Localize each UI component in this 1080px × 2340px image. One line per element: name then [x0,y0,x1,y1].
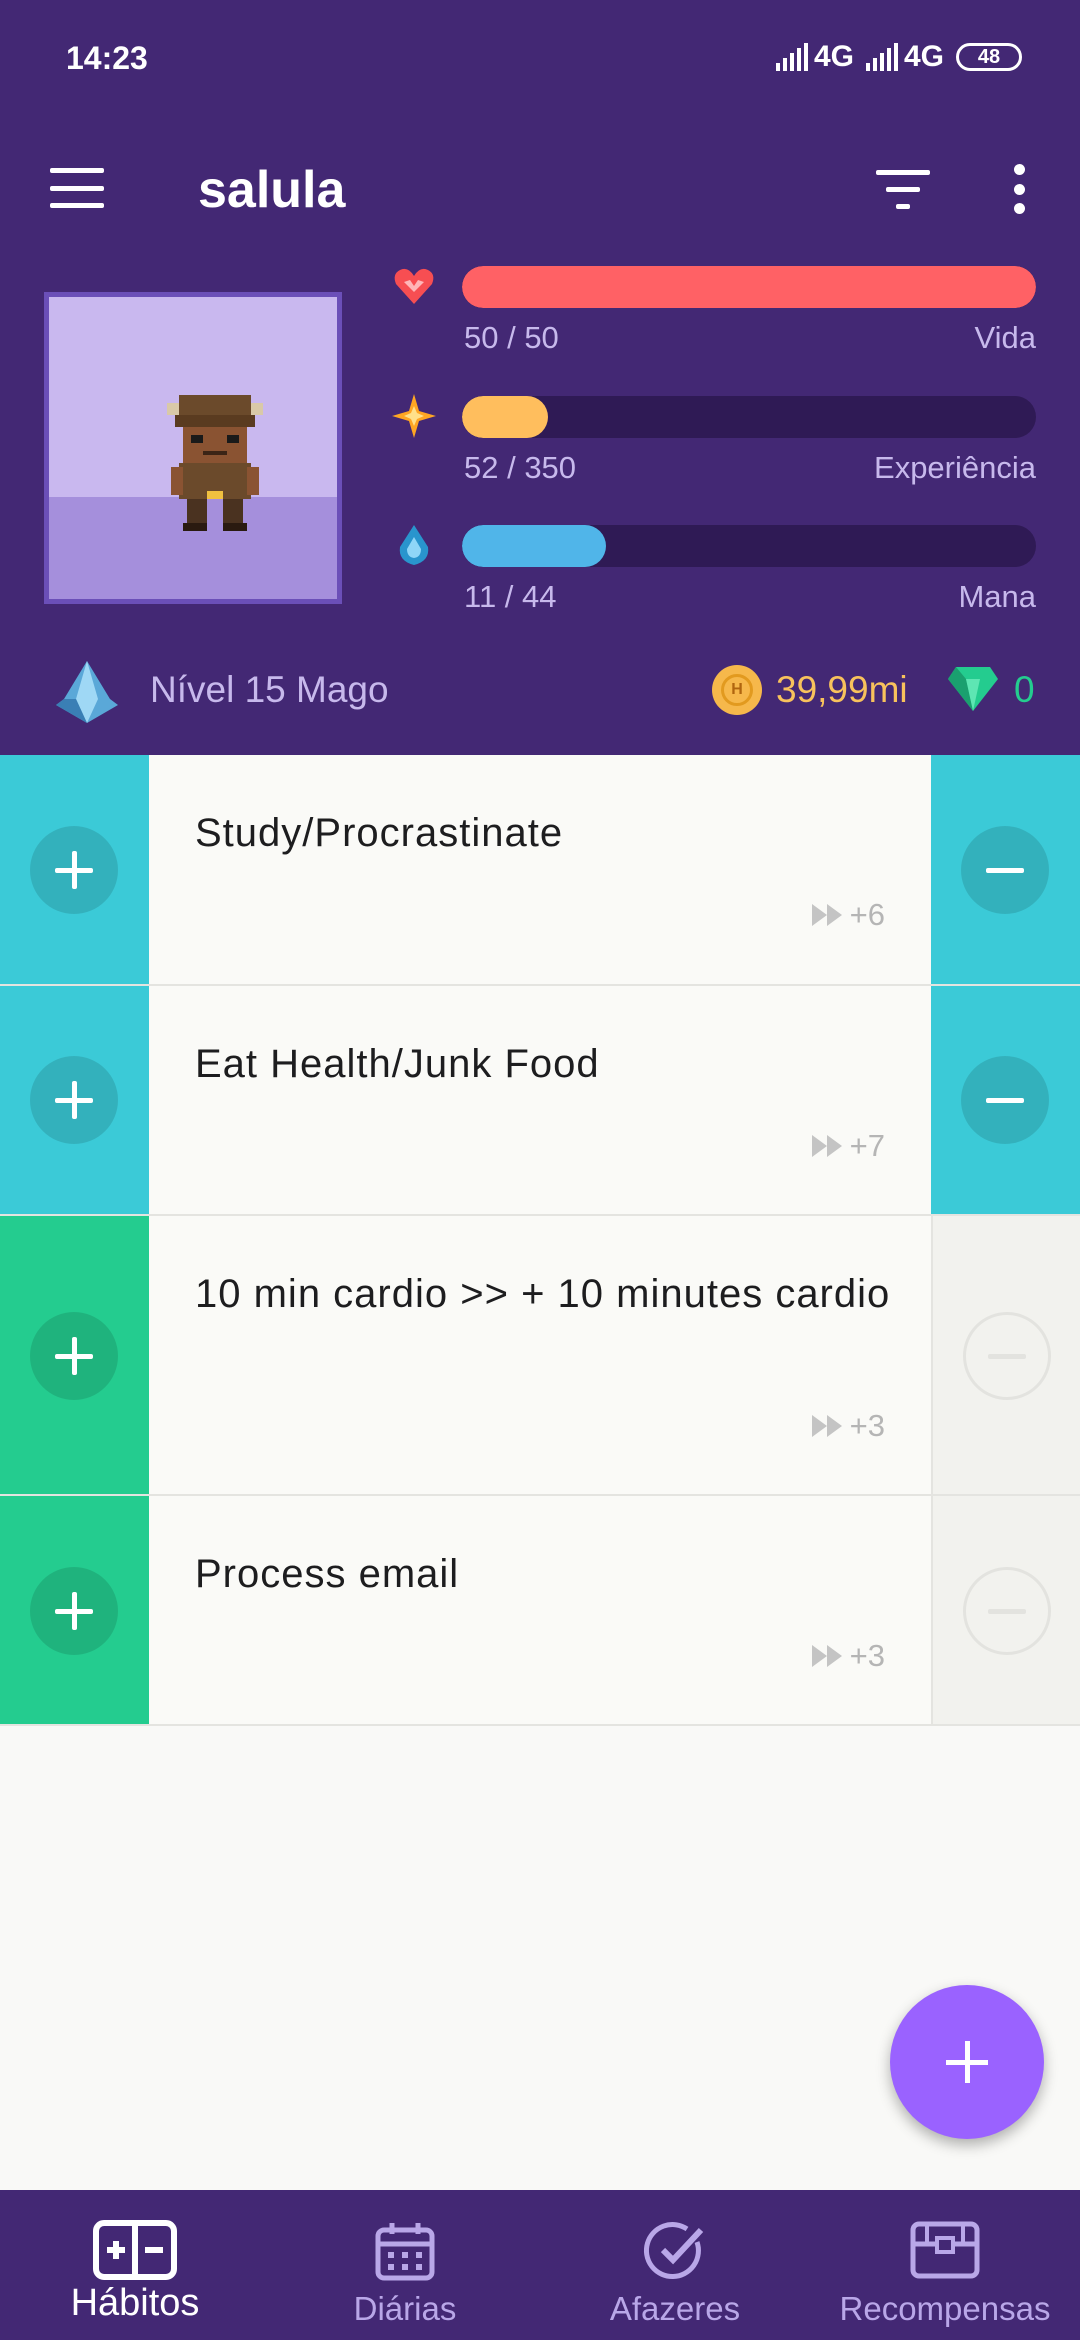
chest-icon [910,2221,980,2279]
tab-dailies[interactable]: Diárias [270,2190,540,2340]
status-time: 14:23 [66,40,148,76]
avatar-character-icon [167,395,263,531]
habit-title: Study/Procrastinate [195,811,564,855]
tab-dailies-label: Diárias [353,2290,457,2327]
habit-positive-strip [0,1216,149,1494]
network-type-2: 4G [903,40,944,73]
habit-negative-strip [931,755,1080,984]
habit-streak: +3 [811,1408,885,1444]
habit-streak: +6 [811,897,885,933]
habit-title: Eat Health/Junk Food [195,1042,600,1086]
star-icon [392,394,436,438]
signal-icon-2 [865,43,898,71]
health-value: 50 / 50 [464,320,559,355]
mana-bar-fill [462,525,606,567]
status-icons: 4G 4G 48 [775,40,1022,74]
habit-minus-button[interactable] [963,1312,1051,1400]
class-crystal-icon [56,661,118,723]
experience-bar-fill [462,396,548,438]
tab-rewards[interactable]: Recompensas [810,2190,1080,2340]
avatar[interactable] [44,292,342,604]
fast-forward-icon [811,1645,842,1667]
habit-minus-button[interactable] [961,1056,1049,1144]
habit-item[interactable]: Eat Health/Junk Food +7 [0,986,1080,1216]
tab-habits[interactable]: Hábitos [0,2190,270,2340]
network-type-1: 4G [813,40,854,73]
habit-minus-button[interactable] [961,826,1049,914]
habit-title: Process email [195,1552,460,1596]
habit-minus-button[interactable] [963,1567,1051,1655]
habit-title: 10 min cardio >> + 10 minutes cardio [195,1272,891,1316]
tab-habits-label: Hábitos [70,2282,200,2324]
gold-coin-icon: H [712,665,762,715]
level-text: Nível 15 Mago [150,669,389,710]
fast-forward-icon [811,904,842,926]
signal-icon [775,43,808,71]
habit-streak: +7 [811,1128,885,1164]
habits-icon [93,2220,177,2280]
habit-negative-strip [931,986,1080,1214]
habit-plus-button[interactable] [30,1312,118,1400]
checkmark-icon [644,2222,704,2280]
gem-value: 0 [1014,669,1035,710]
habit-positive-strip [0,755,149,984]
experience-label: Experiência [874,450,1036,485]
experience-value: 52 / 350 [464,450,577,485]
habit-item[interactable]: Study/Procrastinate +6 [0,755,1080,986]
health-label: Vida [974,320,1037,355]
habit-item[interactable]: Process email +3 [0,1496,1080,1726]
level-row: Nível 15 Mago H 39,99mi 0 [0,655,1080,725]
mana-value: 11 / 44 [464,579,557,614]
tab-rewards-label: Recompensas [839,2290,1051,2327]
habit-streak: +3 [811,1638,885,1674]
calendar-icon [375,2223,435,2281]
gold-value: 39,99mi [776,669,908,710]
mana-label: Mana [958,579,1036,614]
filter-icon[interactable] [876,170,930,210]
gem-icon [948,667,998,711]
habit-positive-strip [0,1496,149,1724]
more-options-icon[interactable] [1012,164,1026,214]
experience-bar [462,396,1036,438]
habit-negative-strip [931,1216,1080,1494]
habit-plus-button[interactable] [30,1056,118,1144]
battery-icon: 48 [956,43,1022,71]
menu-icon[interactable] [50,168,104,208]
toolbar: salula [0,140,1080,240]
habit-item[interactable]: 10 min cardio >> + 10 minutes cardio +3 [0,1216,1080,1496]
habit-plus-button[interactable] [30,826,118,914]
health-bar-fill [462,266,1036,308]
health-bar [462,266,1036,308]
header: 14:23 4G 4G 48 salula 50 / 50 Vida 52 / … [0,0,1080,755]
habit-positive-strip [0,986,149,1214]
mana-bar [462,525,1036,567]
fast-forward-icon [811,1135,842,1157]
tab-todos-label: Afazeres [609,2290,741,2327]
tab-todos[interactable]: Afazeres [540,2190,810,2340]
habit-negative-strip [931,1496,1080,1724]
fast-forward-icon [811,1415,842,1437]
add-habit-button[interactable] [890,1985,1044,2139]
habit-plus-button[interactable] [30,1567,118,1655]
mana-drop-icon [399,525,429,565]
user-name-title: salula [198,161,346,219]
heart-icon [394,268,434,304]
bottom-navigation: Hábitos Diárias Afazeres Recompensas [0,2190,1080,2340]
status-bar: 14:23 4G 4G 48 [0,0,1080,120]
